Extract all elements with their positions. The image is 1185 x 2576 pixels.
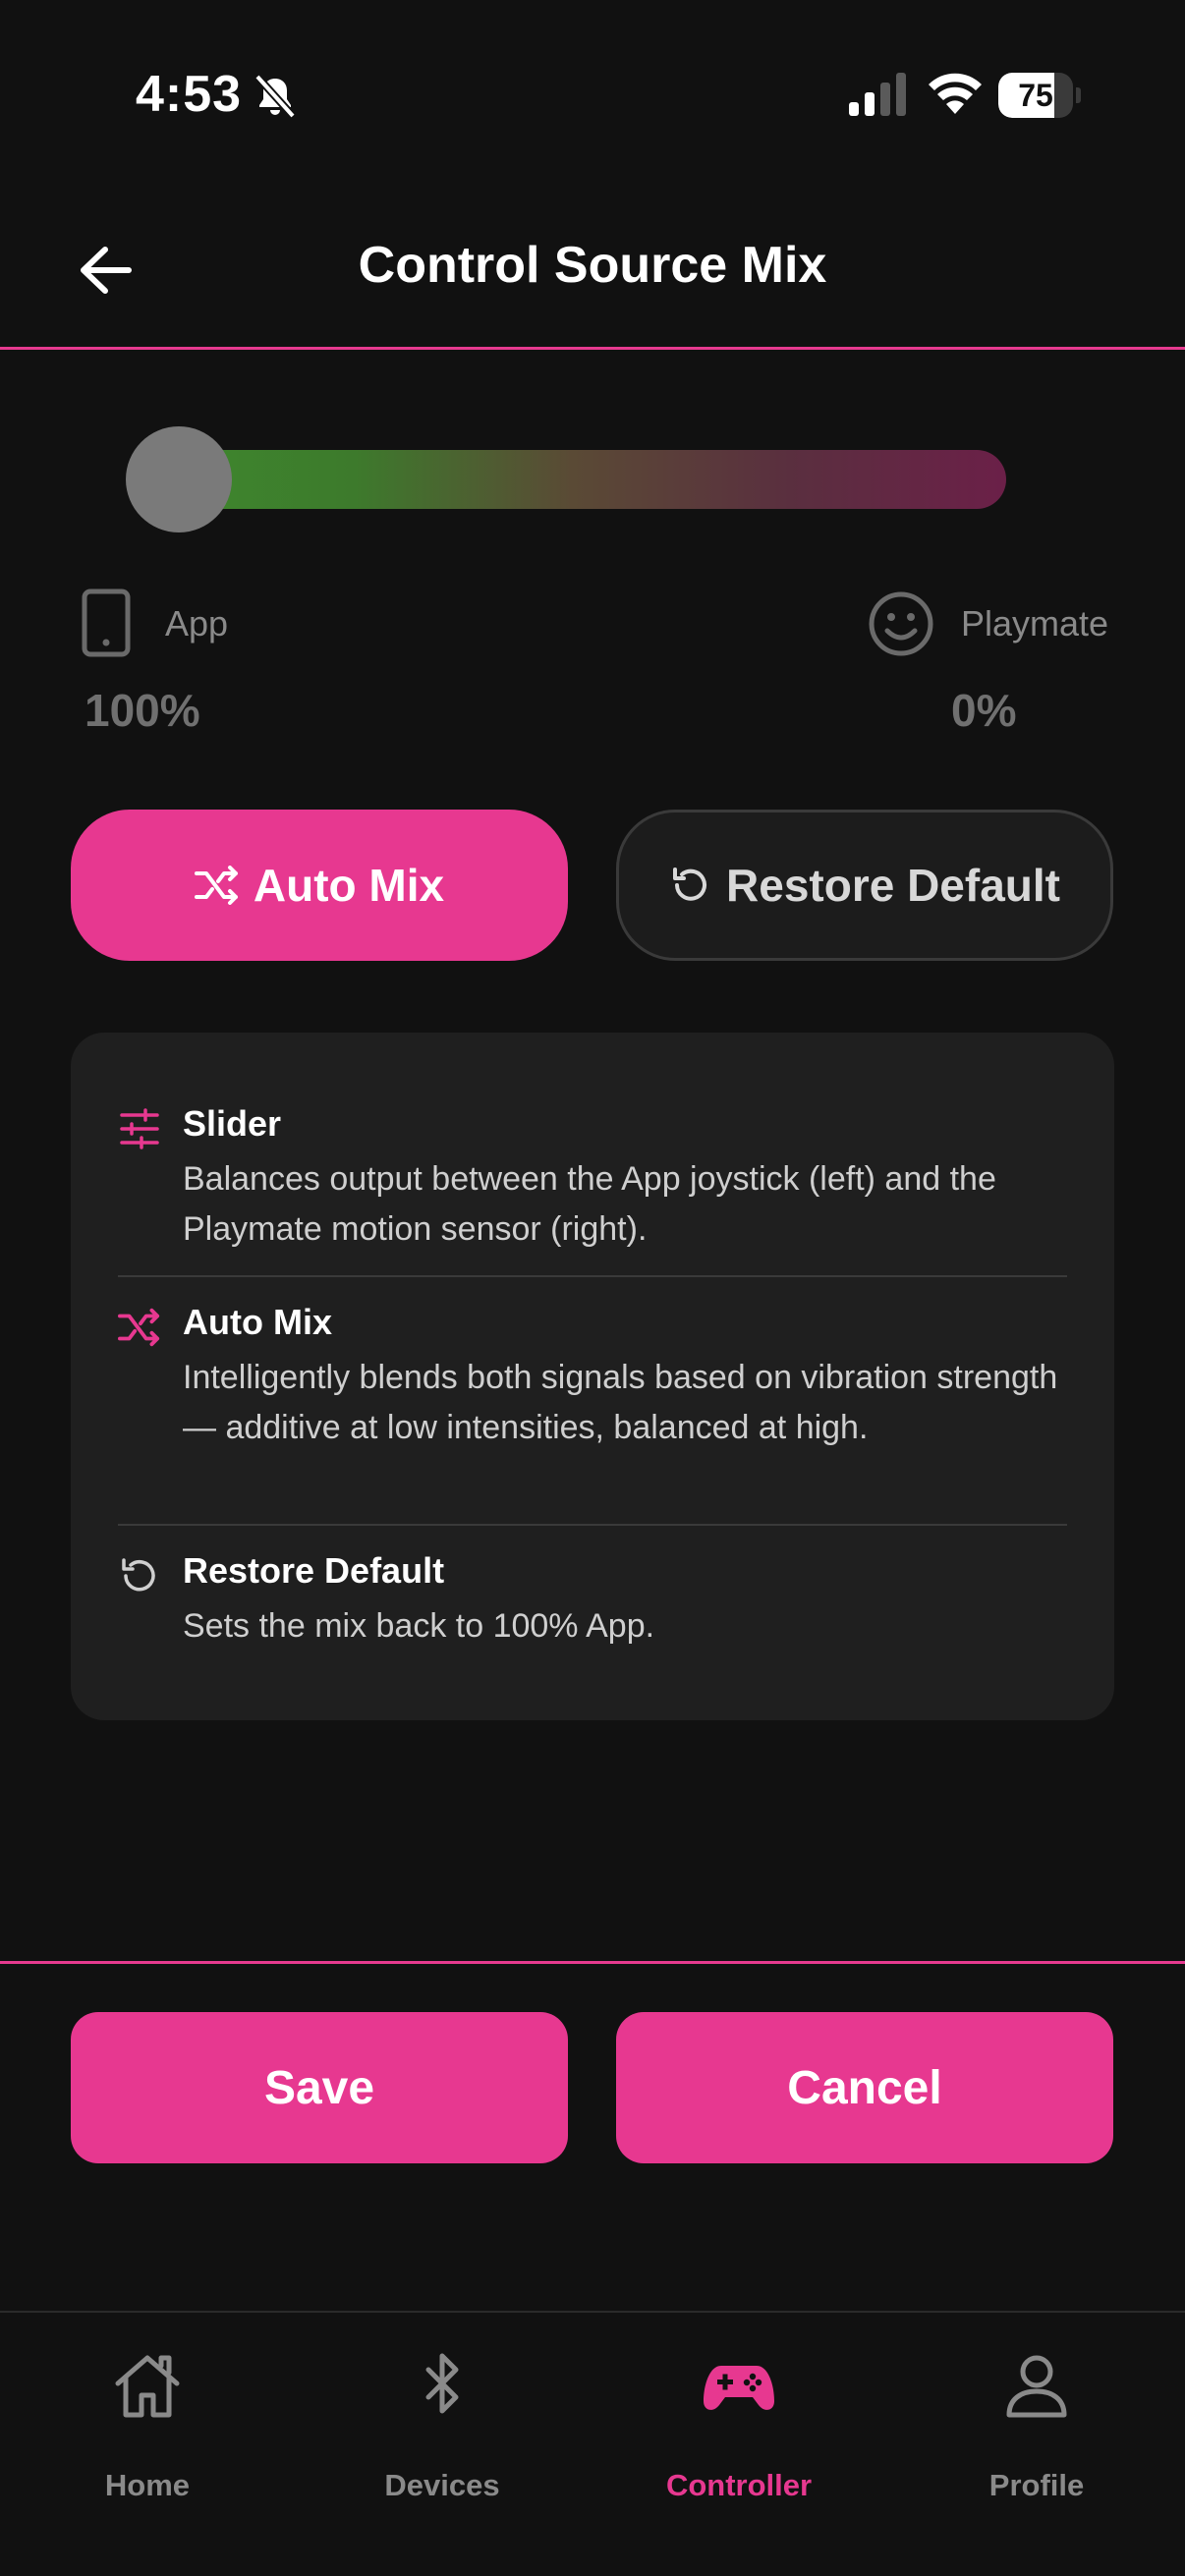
info-divider bbox=[118, 1275, 1067, 1277]
tab-bar: Home Devices Controller Profile bbox=[0, 2311, 1185, 2576]
info-title: Auto Mix bbox=[183, 1302, 332, 1342]
wifi-icon bbox=[929, 73, 982, 114]
restore-icon bbox=[673, 868, 706, 901]
auto-mix-label: Auto Mix bbox=[253, 860, 445, 911]
shuffle-icon bbox=[194, 866, 238, 905]
cancel-button[interactable]: Cancel bbox=[616, 2012, 1113, 2163]
restore-icon bbox=[122, 1558, 155, 1592]
tab-label: Home bbox=[104, 2468, 191, 2502]
info-card: Slider Balances output between the App j… bbox=[71, 1033, 1114, 1720]
save-button[interactable]: Save bbox=[71, 2012, 568, 2163]
tab-home[interactable]: Home bbox=[0, 2313, 295, 2509]
mix-slider-track[interactable] bbox=[138, 450, 1006, 509]
header: Control Source Mix bbox=[0, 196, 1185, 350]
battery-percentage: 75 bbox=[1018, 78, 1053, 113]
phone-icon bbox=[82, 588, 131, 657]
header-divider bbox=[0, 347, 1185, 350]
auto-mix-button[interactable]: Auto Mix bbox=[71, 810, 568, 961]
home-icon bbox=[115, 2355, 180, 2418]
tab-controller[interactable]: Controller bbox=[592, 2313, 886, 2509]
gamepad-icon bbox=[704, 2366, 774, 2410]
sliders-icon bbox=[120, 1108, 159, 1149]
bell-off-icon bbox=[254, 74, 296, 119]
status-time: 4:53 bbox=[136, 66, 243, 123]
status-bar: 4:53 75 bbox=[0, 0, 1185, 187]
battery-indicator: 75 bbox=[998, 73, 1081, 118]
tab-devices[interactable]: Devices bbox=[295, 2313, 590, 2509]
info-description: Sets the mix back to 100% App. bbox=[183, 1607, 655, 1645]
info-description: Intelligently blends both signals based … bbox=[183, 1359, 1058, 1446]
tab-profile[interactable]: Profile bbox=[889, 2313, 1184, 2509]
shuffle-icon bbox=[118, 1308, 160, 1347]
mix-slider-thumb[interactable] bbox=[126, 426, 232, 532]
tab-label: Controller bbox=[665, 2468, 813, 2502]
info-description: Balances output between the App joystick… bbox=[183, 1160, 996, 1248]
smiley-icon bbox=[869, 591, 933, 656]
bluetooth-icon bbox=[425, 2353, 459, 2414]
restore-default-label: Restore Default bbox=[726, 860, 1060, 911]
footer-divider bbox=[0, 1961, 1185, 1964]
page-title: Control Source Mix bbox=[358, 237, 827, 294]
info-title: Restore Default bbox=[183, 1550, 445, 1591]
profile-icon bbox=[1006, 2355, 1067, 2418]
info-title: Slider bbox=[183, 1103, 282, 1144]
playmate-percentage: 0% bbox=[951, 685, 1017, 736]
info-divider bbox=[118, 1524, 1067, 1526]
restore-default-button[interactable]: Restore Default bbox=[616, 810, 1113, 961]
app-label: App bbox=[165, 603, 229, 644]
playmate-label: Playmate bbox=[961, 603, 1109, 644]
tab-label: Profile bbox=[988, 2468, 1085, 2502]
tab-label: Devices bbox=[384, 2468, 500, 2502]
cellular-signal-icon bbox=[849, 73, 906, 116]
app-percentage: 100% bbox=[85, 685, 200, 736]
